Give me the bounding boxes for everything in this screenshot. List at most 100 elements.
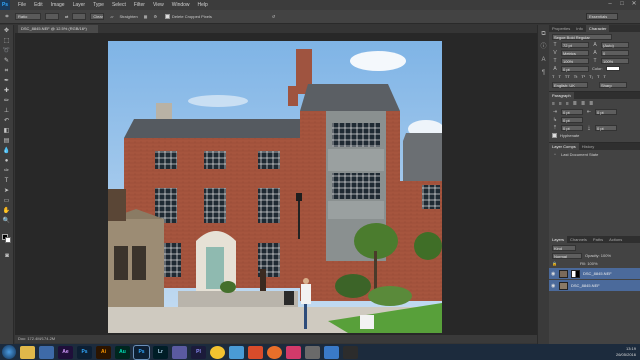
maximize-icon[interactable]: □ (618, 1, 626, 8)
clear-button[interactable]: Clear (90, 13, 105, 20)
taskbar-media-icon[interactable] (39, 345, 54, 359)
menu-window[interactable]: Window (172, 2, 190, 8)
anti-alias-select[interactable]: Sharp (599, 81, 627, 88)
building-photo[interactable] (108, 41, 442, 333)
taskbar-explorer-icon[interactable] (20, 345, 35, 359)
tab-layer-comps[interactable]: Layer Comps (549, 143, 579, 150)
taskbar-chrome-icon[interactable] (210, 345, 225, 359)
space-before-field[interactable]: 0 pt (561, 124, 583, 131)
brush-tool-icon[interactable]: ✏ (3, 97, 11, 105)
taskbar-app-icon[interactable] (248, 345, 263, 359)
swap-icon[interactable]: ⇄ (65, 14, 68, 19)
ratio-height-field[interactable] (72, 13, 87, 20)
crop-tool-icon[interactable]: ⌗ (3, 67, 11, 75)
overlay-grid-icon[interactable]: ▦ (144, 14, 148, 19)
hand-tool-icon[interactable]: ✋ (3, 207, 11, 215)
indent-first-field[interactable]: 0 pt (561, 116, 583, 123)
language-select[interactable]: English: UK (552, 81, 588, 88)
eyedropper-tool-icon[interactable]: ✒ (3, 77, 11, 85)
justify-all-icon[interactable]: ≣ (589, 101, 593, 107)
text-color-swatch[interactable] (605, 66, 620, 71)
strikethrough-button[interactable]: T (603, 74, 605, 79)
taskbar-photoshop-active-icon[interactable]: Ps (133, 344, 150, 360)
menu-select[interactable]: Select (112, 2, 126, 8)
menu-filter[interactable]: Filter (134, 2, 145, 8)
zoom-tool-icon[interactable]: 🔍 (3, 217, 11, 225)
justify-last-center-icon[interactable]: ≣ (581, 101, 585, 107)
quick-mask-icon[interactable]: ◙ (3, 252, 11, 260)
eraser-tool-icon[interactable]: ◧ (3, 127, 11, 135)
straighten-label[interactable]: Straighten (119, 14, 137, 19)
history-brush-tool-icon[interactable]: ↶ (3, 117, 11, 125)
ratio-width-field[interactable] (45, 13, 59, 20)
menu-help[interactable]: Help (198, 2, 208, 8)
subscript-button[interactable]: T₁ (589, 74, 593, 79)
align-left-icon[interactable]: ≡ (552, 101, 555, 107)
taskbar-audition-icon[interactable]: Au (115, 345, 130, 359)
tab-layers[interactable]: Layers (549, 236, 568, 243)
tab-paragraph[interactable]: Paragraph (549, 92, 574, 99)
align-center-icon[interactable]: ≡ (559, 101, 562, 107)
all-caps-button[interactable]: TT (565, 74, 570, 79)
indent-right-field[interactable]: 0 pt (595, 108, 617, 115)
menu-type[interactable]: Type (93, 2, 104, 8)
minimize-icon[interactable]: – (606, 1, 614, 8)
small-caps-button[interactable]: Tt (574, 74, 578, 79)
horizontal-scale-field[interactable]: 100% (601, 57, 629, 64)
dodge-tool-icon[interactable]: ● (3, 157, 11, 165)
taskbar-prelude-icon[interactable]: Pl (191, 345, 206, 359)
history-panel-icon[interactable]: ⧉ (540, 30, 548, 38)
kerning-field[interactable]: Metrics (561, 49, 589, 56)
healing-tool-icon[interactable]: ✚ (3, 87, 11, 95)
menu-file[interactable]: File (18, 2, 26, 8)
close-icon[interactable]: ✕ (630, 1, 638, 8)
faux-bold-button[interactable]: T (552, 74, 554, 79)
pen-tool-icon[interactable]: ✑ (3, 167, 11, 175)
type-tool-icon[interactable]: T (3, 177, 11, 185)
tab-info[interactable]: Info (573, 25, 586, 32)
taskbar-app-icon[interactable] (267, 345, 282, 359)
tab-actions[interactable]: Actions (606, 236, 625, 243)
blur-tool-icon[interactable]: 💧 (3, 147, 11, 155)
indent-left-field[interactable]: 0 pt (561, 108, 583, 115)
tracking-field[interactable]: 0 (601, 49, 629, 56)
tab-properties[interactable]: Properties (549, 25, 573, 32)
menu-image[interactable]: Image (51, 2, 65, 8)
properties-panel-icon[interactable]: ⓘ (540, 43, 548, 51)
background-color-swatch[interactable] (5, 237, 11, 243)
marquee-tool-icon[interactable]: ⬚ (3, 37, 11, 45)
menu-layer[interactable]: Layer (73, 2, 86, 8)
fill-field[interactable]: Fill: 100% (580, 261, 598, 266)
space-after-field[interactable]: 0 pt (595, 124, 617, 131)
opacity-field[interactable]: Opacity: 100% (585, 253, 611, 258)
layer-row[interactable]: ◉ DSC_8845.NEF (549, 268, 640, 279)
taskbar-illustrator-icon[interactable]: Ai (96, 345, 111, 359)
tab-character[interactable]: Character (585, 25, 610, 32)
taskbar-after-effects-icon[interactable]: Ae (58, 345, 73, 359)
ratio-select[interactable]: Ratio (15, 13, 41, 20)
delete-cropped-checkbox[interactable] (165, 14, 171, 19)
layer-mask-thumbnail[interactable] (571, 269, 580, 278)
comp-item[interactable]: Last Document State (561, 152, 598, 157)
layer-row[interactable]: ◉ DSC_8845.NEF (549, 280, 640, 291)
taskbar-app-icon[interactable] (305, 345, 320, 359)
menu-edit[interactable]: Edit (34, 2, 43, 8)
visibility-eye-icon[interactable]: ◉ (551, 271, 556, 277)
align-right-icon[interactable]: ≡ (566, 101, 569, 107)
tab-channels[interactable]: Channels (567, 236, 590, 243)
visibility-eye-icon[interactable]: ◉ (551, 283, 556, 289)
path-select-tool-icon[interactable]: ➤ (3, 187, 11, 195)
layer-filter-kind[interactable]: Kind (552, 244, 576, 251)
underline-button[interactable]: T (597, 74, 599, 79)
workspace-select[interactable]: Essentials (586, 13, 618, 20)
baseline-field[interactable]: 0 pt (561, 65, 589, 72)
menu-view[interactable]: View (153, 2, 164, 8)
settings-gear-icon[interactable]: ⚙ (153, 14, 157, 19)
gradient-tool-icon[interactable]: ▤ (3, 137, 11, 145)
blend-mode-select[interactable]: Normal (552, 252, 582, 259)
lasso-tool-icon[interactable]: ➰ (3, 47, 11, 55)
tab-history[interactable]: History (579, 143, 597, 150)
taskbar-app-icon[interactable] (324, 345, 339, 359)
taskbar-lightroom-icon[interactable]: Lr (153, 345, 168, 359)
document-tab[interactable]: DSC_8845.NEF @ 12.5% (RGB/16*) (18, 25, 98, 33)
